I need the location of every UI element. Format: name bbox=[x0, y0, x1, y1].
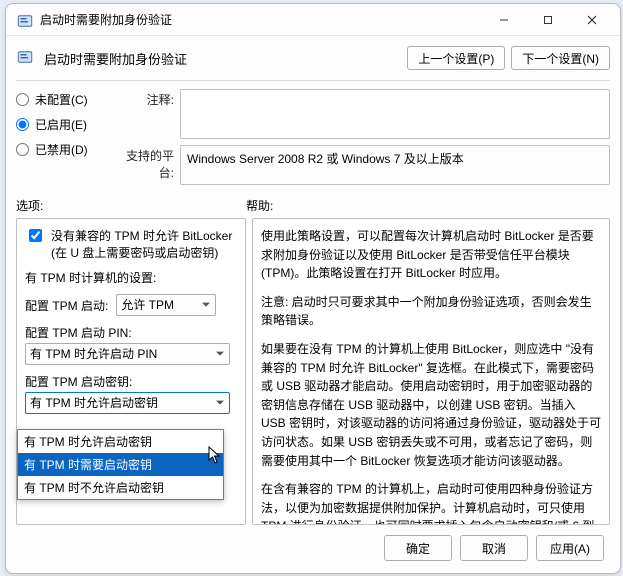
config-tpm-pin-select[interactable]: 有 TPM 时允许启动 PIN bbox=[25, 343, 230, 365]
help-paragraph: 使用此策略设置，可以配置每次计算机启动时 BitLocker 是否要求附加身份验… bbox=[261, 227, 601, 283]
titlebar: 启动时需要附加身份验证 bbox=[6, 4, 620, 36]
help-panel: 使用此策略设置，可以配置每次计算机启动时 BitLocker 是否要求附加身份验… bbox=[252, 218, 610, 525]
config-tpm-key-select[interactable]: 有 TPM 时允许启动密钥 bbox=[25, 392, 230, 414]
supported-platforms: Windows Server 2008 R2 或 Windows 7 及以上版本 bbox=[180, 145, 610, 185]
compat-checkbox-row[interactable]: 没有兼容的 TPM 时允许 BitLocker (在 U 盘上需要密码或启动密钥… bbox=[25, 227, 237, 261]
help-paragraph: 在含有兼容的 TPM 的计算机上，启动时可使用四种身份验证方法，以便为加密数据提… bbox=[261, 480, 601, 525]
config-tpm-key-dropdown[interactable]: 有 TPM 时允许启动密钥 有 TPM 时需要启动密钥 有 TPM 时不允许启动… bbox=[17, 429, 224, 500]
config-tpm-pin-select-wrap[interactable]: 有 TPM 时允许启动 PIN bbox=[25, 343, 230, 365]
comment-label: 注释: bbox=[114, 89, 174, 139]
supported-label: 支持的平台: bbox=[114, 145, 174, 185]
kv-column: 注释: 支持的平台: Windows Server 2008 R2 或 Wind… bbox=[114, 89, 610, 185]
options-section-label: 选项: bbox=[16, 197, 246, 214]
prev-setting-button[interactable]: 上一个设置(P) bbox=[407, 46, 505, 70]
radio-disabled[interactable]: 已禁用(D) bbox=[16, 141, 106, 158]
radio-label: 未配置(C) bbox=[35, 91, 88, 108]
config-tpm-key-label: 配置 TPM 启动密钥: bbox=[25, 373, 237, 390]
close-button[interactable] bbox=[570, 6, 614, 34]
cancel-button[interactable]: 取消 bbox=[460, 535, 528, 561]
radio-label: 已禁用(D) bbox=[35, 141, 88, 158]
divider bbox=[16, 80, 610, 81]
dropdown-option[interactable]: 有 TPM 时需要启动密钥 bbox=[18, 453, 223, 476]
next-setting-button[interactable]: 下一个设置(N) bbox=[511, 46, 610, 70]
config-tpm-key-row: 配置 TPM 启动密钥: 有 TPM 时允许启动密钥 bbox=[25, 373, 237, 414]
policy-icon bbox=[16, 12, 32, 28]
header-row: 启动时需要附加身份验证 上一个设置(P) 下一个设置(N) bbox=[16, 42, 610, 76]
dropdown-option[interactable]: 有 TPM 时允许启动密钥 bbox=[18, 430, 223, 453]
page-title: 启动时需要附加身份验证 bbox=[44, 49, 399, 68]
comment-textarea[interactable] bbox=[180, 89, 610, 139]
tpm-settings-label: 有 TPM 时计算机的设置: bbox=[25, 269, 237, 286]
help-paragraph: 注意: 启动时只可要求其中一个附加身份验证选项，否则会发生策略错误。 bbox=[261, 293, 601, 330]
radio-enabled-input[interactable] bbox=[16, 118, 29, 131]
radio-label: 已启用(E) bbox=[35, 116, 87, 133]
footer: 确定 取消 应用(A) bbox=[16, 525, 610, 565]
maximize-button[interactable] bbox=[526, 6, 570, 34]
dropdown-option[interactable]: 有 TPM 时不允许启动密钥 bbox=[18, 476, 223, 499]
config-tpm-pin-row: 配置 TPM 启动 PIN: 有 TPM 时允许启动 PIN bbox=[25, 324, 237, 365]
window-title: 启动时需要附加身份验证 bbox=[40, 11, 482, 28]
apply-button[interactable]: 应用(A) bbox=[536, 535, 604, 561]
radio-enabled[interactable]: 已启用(E) bbox=[16, 116, 106, 133]
help-paragraph: 如果要在没有 TPM 的计算机上使用 BitLocker，则应选中 "没有兼容的… bbox=[261, 340, 601, 470]
state-column: 未配置(C) 已启用(E) 已禁用(D) bbox=[16, 89, 106, 185]
minimize-button[interactable] bbox=[482, 6, 526, 34]
config-tpm-startup-select[interactable]: 允许 TPM bbox=[116, 294, 216, 316]
section-labels: 选项: 帮助: bbox=[16, 197, 610, 214]
help-section-label: 帮助: bbox=[246, 197, 610, 214]
radio-not-configured[interactable]: 未配置(C) bbox=[16, 91, 106, 108]
radio-not-configured-input[interactable] bbox=[16, 93, 29, 106]
config-tpm-pin-label: 配置 TPM 启动 PIN: bbox=[25, 324, 237, 341]
config-tpm-startup-select-wrap[interactable]: 允许 TPM bbox=[116, 294, 216, 316]
config-tpm-startup-label: 配置 TPM 启动: bbox=[25, 297, 108, 314]
compat-checkbox[interactable] bbox=[29, 229, 42, 242]
policy-icon bbox=[16, 48, 36, 68]
compat-checkbox-label: 没有兼容的 TPM 时允许 BitLocker (在 U 盘上需要密码或启动密钥… bbox=[51, 227, 237, 261]
ok-button[interactable]: 确定 bbox=[384, 535, 452, 561]
config-tpm-key-select-wrap[interactable]: 有 TPM 时允许启动密钥 bbox=[25, 392, 230, 414]
config-tpm-startup-row: 配置 TPM 启动: 允许 TPM bbox=[25, 294, 237, 316]
config-row: 未配置(C) 已启用(E) 已禁用(D) 注释: 支持的平台: bbox=[16, 89, 610, 185]
radio-disabled-input[interactable] bbox=[16, 143, 29, 156]
